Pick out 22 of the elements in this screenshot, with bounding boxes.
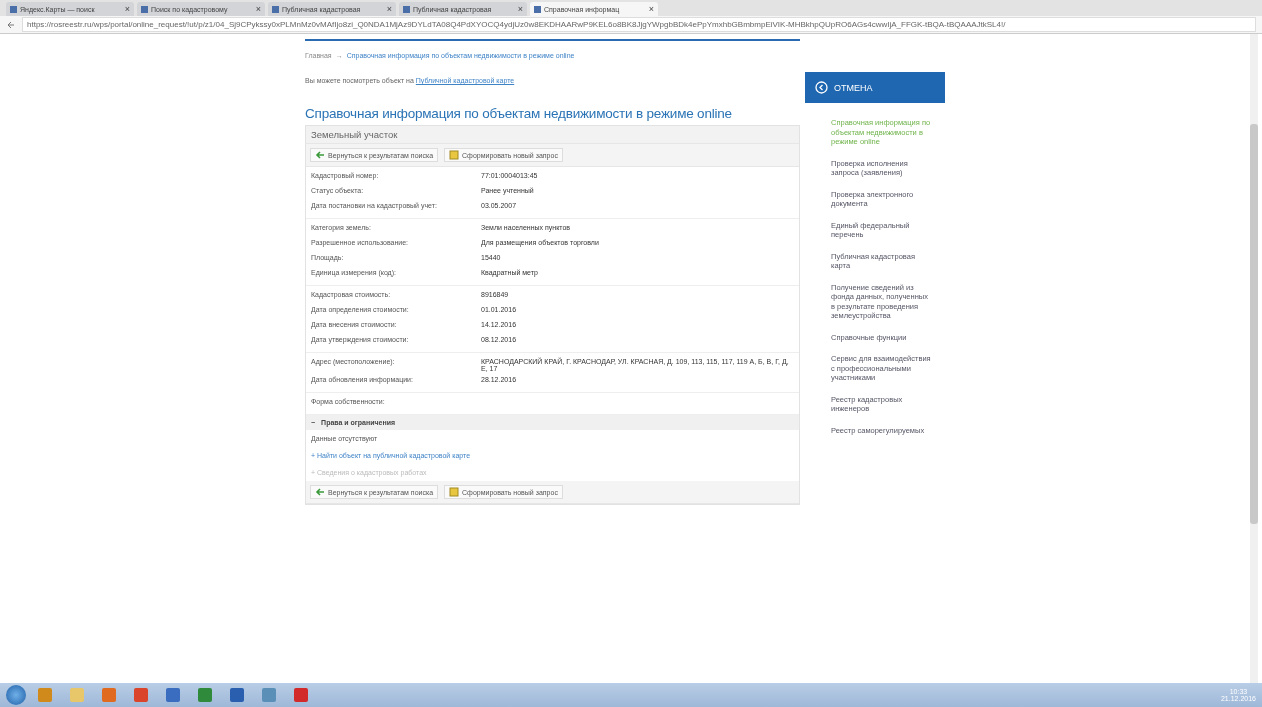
favicon-icon: [141, 5, 148, 13]
back-arrow-icon: [315, 150, 325, 160]
back-arrow-icon: [315, 487, 325, 497]
chevron-circle-icon: [815, 81, 828, 94]
sidebar-header[interactable]: ОТМЕНА: [805, 72, 945, 103]
favicon-icon: [10, 5, 17, 13]
favicon-icon: [403, 5, 410, 13]
close-button[interactable]: ×: [255, 4, 261, 14]
close-button[interactable]: ×: [517, 4, 523, 14]
close-button[interactable]: ×: [386, 4, 392, 14]
document-icon: [449, 150, 460, 160]
close-button[interactable]: ×: [648, 4, 654, 14]
panel-header: Земельный участок: [306, 126, 799, 144]
favicon-icon: [534, 5, 541, 13]
document-icon: [449, 487, 460, 497]
favicon-icon: [272, 5, 279, 13]
address-field[interactable]: https://rosreestr.ru/wps/portal/online_request/!ut/p/z1/04_Sj9CPykssy0xPLMnMz0vMAfIjo8zi_Q0NDA1MjAz9DYLdTA08Q4PdXYOCQ4ydjUz0w8EKDHAARwP9KEL6o8BK8JjgYWpgbBDk4ePpYmxhbGBmbmpEiVIK-MHBkhpQUpRO6AGs4cwwIjA_FFGK-tBQA-tBQAAAJtkSL4!/: [22, 17, 1256, 32]
close-button[interactable]: ×: [124, 4, 130, 14]
start-button[interactable]: [6, 685, 26, 705]
scrollbar[interactable]: [1250, 34, 1258, 683]
back-icon[interactable]: [6, 19, 16, 30]
page-title: Справочная информация по объектам недвижимости в режиме online: [305, 106, 733, 121]
